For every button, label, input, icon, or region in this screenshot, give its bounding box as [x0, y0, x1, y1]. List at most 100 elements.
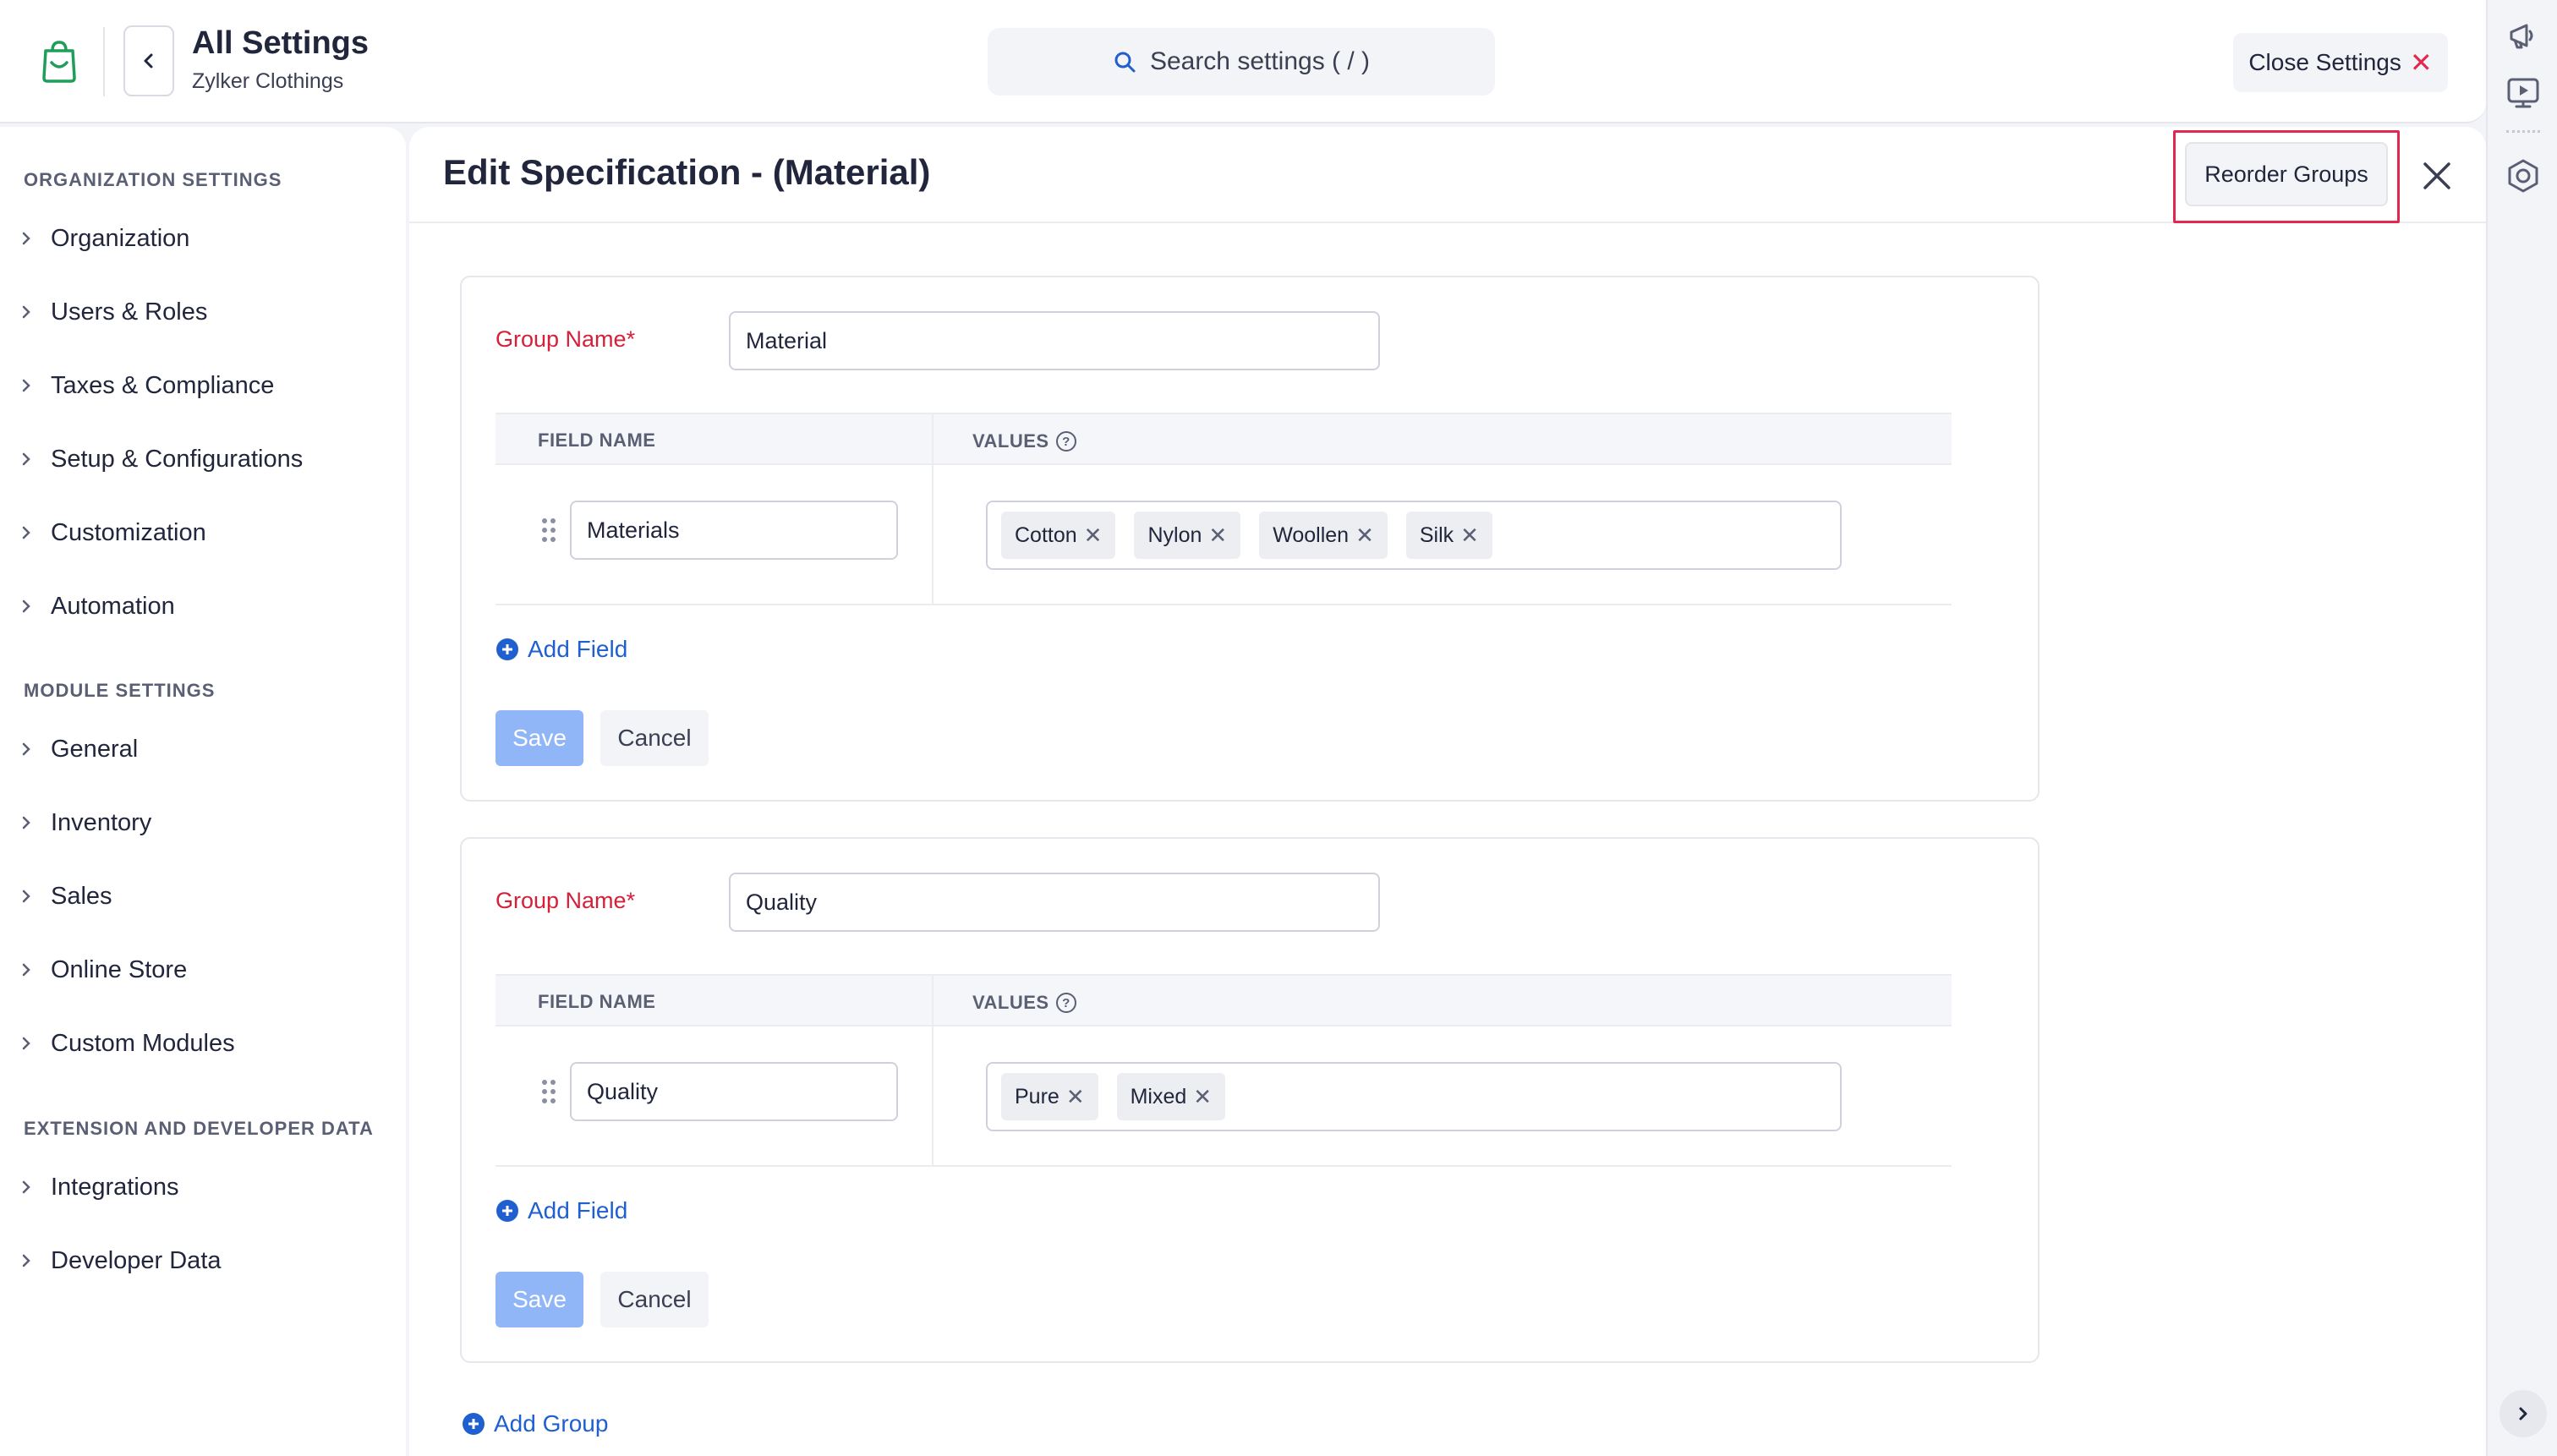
- chevron-right-icon: [22, 1037, 30, 1050]
- remove-tag-icon[interactable]: ✕: [1084, 523, 1103, 549]
- field-name-header: FIELD NAME: [538, 991, 656, 1012]
- panel-header: Edit Specification - (Material) Reorder …: [409, 127, 2486, 223]
- help-circle-icon[interactable]: ?: [1054, 991, 1078, 1015]
- back-button[interactable]: [123, 25, 174, 96]
- reorder-groups-button[interactable]: Reorder Groups: [2185, 142, 2388, 206]
- help-circle-icon[interactable]: ?: [1054, 430, 1078, 453]
- chevron-right-icon: [22, 1180, 30, 1194]
- chevron-right-icon: [22, 816, 30, 829]
- sidebar-item-organization[interactable]: Organization: [19, 215, 391, 262]
- add-group-button[interactable]: Add Group: [462, 1410, 608, 1437]
- sidebar-item-users-roles[interactable]: Users & Roles: [19, 288, 391, 336]
- sidebar-item-general[interactable]: General: [19, 725, 391, 773]
- close-settings-button[interactable]: Close Settings ✕: [2233, 33, 2448, 92]
- group-name-input[interactable]: Quality: [729, 873, 1380, 932]
- sidebar-item-online-store[interactable]: Online Store: [19, 946, 391, 993]
- panel-title: Edit Specification - (Material): [443, 152, 931, 192]
- specification-group: Group Name* Quality FIELD NAME VALUES ? …: [460, 837, 2040, 1363]
- row-divider: [496, 1165, 1952, 1167]
- expand-rail-button[interactable]: [2500, 1390, 2547, 1437]
- remove-tag-icon[interactable]: ✕: [1066, 1084, 1085, 1110]
- megaphone-icon[interactable]: [2505, 17, 2542, 54]
- add-field-label: Add Field: [528, 1197, 628, 1223]
- value-tag-label: Silk: [1419, 523, 1454, 547]
- sidebar-item-label: General: [51, 735, 139, 763]
- section-title-extension: EXTENSION AND DEVELOPER DATA: [24, 1118, 374, 1139]
- values-input[interactable]: Pure ✕ Mixed ✕: [986, 1062, 1842, 1131]
- values-header: VALUES ?: [972, 991, 1078, 1015]
- value-tag-label: Nylon: [1147, 523, 1202, 547]
- fields-table-header: FIELD NAME VALUES ?: [496, 413, 1952, 465]
- specification-group: Group Name* Material FIELD NAME VALUES ?…: [460, 276, 2040, 802]
- sidebar-item-label: Taxes & Compliance: [51, 371, 275, 399]
- remove-tag-icon[interactable]: ✕: [1193, 1084, 1212, 1110]
- sidebar-item-automation[interactable]: Automation: [19, 583, 391, 630]
- field-name-input[interactable]: Materials: [570, 501, 898, 560]
- value-tag: Mixed ✕: [1116, 1073, 1226, 1120]
- chevron-right-icon: [22, 1254, 30, 1267]
- close-icon: ✕: [2409, 47, 2433, 78]
- chevron-right-icon: [22, 379, 30, 392]
- drag-handle-icon[interactable]: [539, 516, 558, 545]
- cancel-button[interactable]: Cancel: [600, 710, 709, 766]
- sidebar-item-inventory[interactable]: Inventory: [19, 799, 391, 846]
- cancel-button[interactable]: Cancel: [600, 1272, 709, 1327]
- sidebar-item-label: Inventory: [51, 808, 152, 836]
- search-input[interactable]: Search settings ( / ): [988, 28, 1495, 96]
- close-icon[interactable]: [2417, 156, 2457, 196]
- sidebar-item-customization[interactable]: Customization: [19, 509, 391, 556]
- sidebar-item-label: Integrations: [51, 1173, 179, 1201]
- add-group-label: Add Group: [494, 1410, 609, 1437]
- edit-specification-panel: Edit Specification - (Material) Reorder …: [409, 127, 2486, 1456]
- help-center-icon[interactable]: [2505, 157, 2542, 194]
- section-title-module: MODULE SETTINGS: [24, 680, 216, 701]
- page-title: All Settings: [192, 25, 370, 61]
- add-field-button[interactable]: Add Field: [496, 636, 627, 663]
- sidebar-item-taxes-compliance[interactable]: Taxes & Compliance: [19, 362, 391, 409]
- values-header: VALUES ?: [972, 430, 1078, 453]
- save-button[interactable]: Save: [496, 710, 583, 766]
- sidebar-item-label: Customization: [51, 518, 206, 546]
- sidebar-item-label: Custom Modules: [51, 1029, 235, 1057]
- shopping-bag-icon: [42, 41, 76, 83]
- drag-handle-icon[interactable]: [539, 1077, 558, 1106]
- value-tag-label: Mixed: [1130, 1084, 1187, 1108]
- group-name-label: Group Name*: [496, 326, 636, 352]
- sidebar-item-custom-modules[interactable]: Custom Modules: [19, 1020, 391, 1067]
- group-name-input[interactable]: Material: [729, 311, 1380, 370]
- sidebar-item-label: Online Store: [51, 955, 188, 983]
- right-rail: [2486, 0, 2557, 1456]
- sidebar-item-developer-data[interactable]: Developer Data: [19, 1237, 391, 1284]
- remove-tag-icon[interactable]: ✕: [1460, 523, 1479, 549]
- chevron-right-icon: [22, 599, 30, 613]
- sidebar-item-label: Organization: [51, 224, 190, 252]
- settings-sidebar: ORGANIZATION SETTINGS Organization Users…: [0, 127, 406, 1456]
- value-tag-label: Woollen: [1273, 523, 1350, 547]
- column-divider: [932, 974, 934, 1167]
- sidebar-item-setup-configurations[interactable]: Setup & Configurations: [19, 435, 391, 483]
- chevron-right-icon: [22, 526, 30, 539]
- remove-tag-icon[interactable]: ✕: [1355, 523, 1374, 549]
- rail-divider: [2506, 130, 2540, 133]
- save-button[interactable]: Save: [496, 1272, 583, 1327]
- plus-circle-icon: [463, 1413, 485, 1435]
- add-field-button[interactable]: Add Field: [496, 1197, 627, 1224]
- value-tag-label: Cotton: [1015, 523, 1077, 547]
- sidebar-item-sales[interactable]: Sales: [19, 873, 391, 920]
- values-input[interactable]: Cotton ✕ Nylon ✕ Woollen ✕ Silk ✕: [986, 501, 1842, 570]
- svg-text:?: ?: [1062, 996, 1070, 1010]
- chevron-right-icon: [22, 452, 30, 466]
- sidebar-item-label: Setup & Configurations: [51, 445, 304, 473]
- values-header-label: VALUES: [972, 430, 1049, 452]
- search-icon: [1114, 52, 1136, 73]
- value-tag: Cotton ✕: [1001, 512, 1116, 559]
- value-tag: Nylon ✕: [1134, 512, 1241, 559]
- remove-tag-icon[interactable]: ✕: [1208, 523, 1227, 549]
- section-title-organization: ORGANIZATION SETTINGS: [24, 169, 282, 190]
- plus-circle-icon: [496, 1200, 518, 1222]
- video-play-icon[interactable]: [2505, 74, 2542, 112]
- add-field-label: Add Field: [528, 636, 628, 662]
- sidebar-item-integrations[interactable]: Integrations: [19, 1163, 391, 1211]
- field-name-input[interactable]: Quality: [570, 1062, 898, 1121]
- column-divider: [932, 413, 934, 605]
